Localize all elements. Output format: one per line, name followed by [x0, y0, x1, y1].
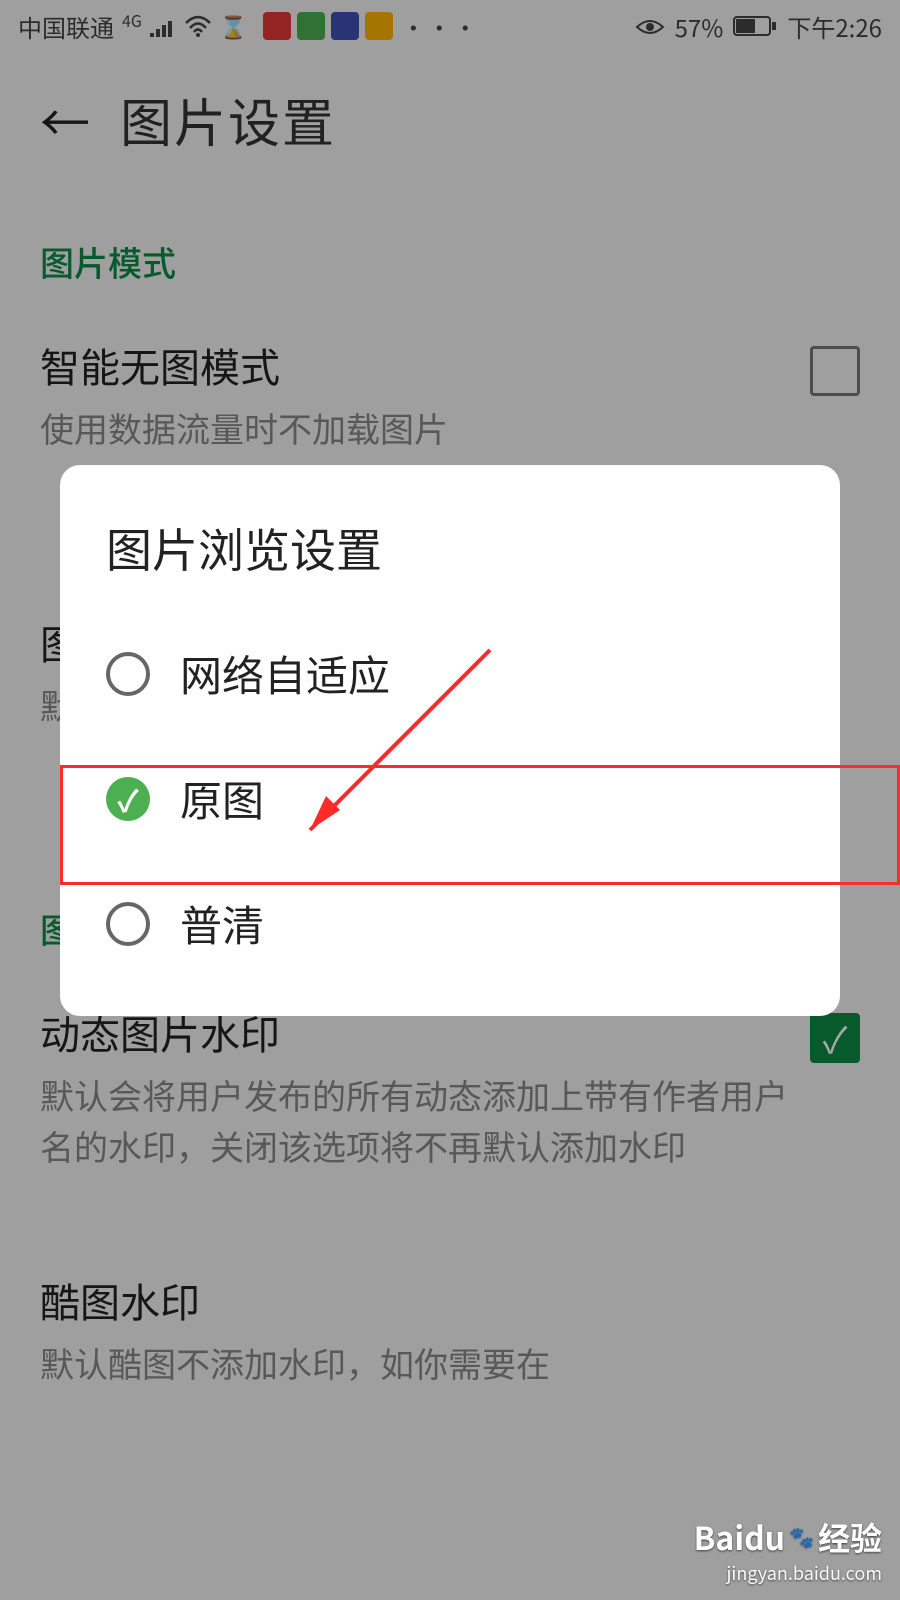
- option-label: 普清: [180, 893, 264, 954]
- dialog-option-original[interactable]: ✓ 原图: [60, 736, 840, 861]
- dialog-option-standard[interactable]: 普清: [60, 861, 840, 986]
- watermark-suffix: 经验: [818, 1514, 882, 1560]
- watermark: Baidu 🐾 经验 jingyan.baidu.com: [694, 1514, 882, 1586]
- option-label: 网络自适应: [180, 643, 390, 704]
- paw-icon: 🐾: [789, 1521, 814, 1550]
- dialog-image-browse-settings: 图片浏览设置 网络自适应 ✓ 原图 普清: [60, 465, 840, 1016]
- radio-unselected-icon: [106, 902, 150, 946]
- radio-unselected-icon: [106, 652, 150, 696]
- watermark-url: jingyan.baidu.com: [694, 1560, 882, 1586]
- dialog-title: 图片浏览设置: [60, 515, 840, 611]
- radio-selected-icon: ✓: [106, 777, 150, 821]
- option-label: 原图: [180, 768, 264, 829]
- watermark-brand: Baidu: [694, 1514, 785, 1560]
- dialog-option-adaptive[interactable]: 网络自适应: [60, 611, 840, 736]
